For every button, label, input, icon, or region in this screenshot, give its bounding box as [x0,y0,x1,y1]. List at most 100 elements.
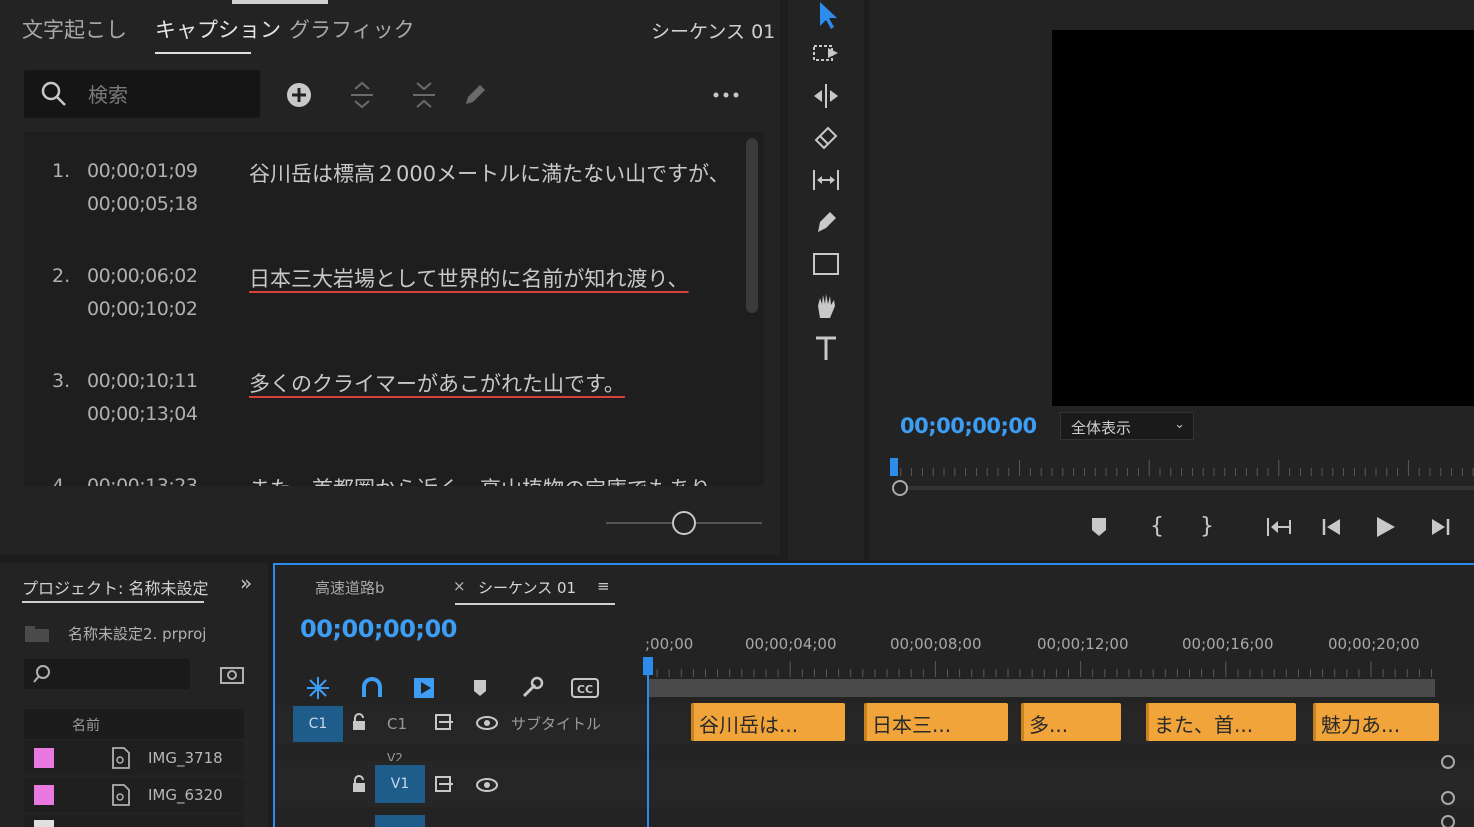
track-height-handle[interactable] [1441,755,1455,769]
track-height-handle[interactable] [1441,815,1455,827]
svg-text:CC: CC [577,683,593,696]
caption-clip[interactable]: 日本三... [864,703,1008,741]
caption-track-name: C1 [387,715,408,733]
tab-sequence-highway[interactable]: 高速道路b [315,577,385,598]
caption-clip[interactable]: また、首... [1146,703,1296,741]
caption-in-point[interactable]: 00;00;01;09 [87,160,198,182]
caption-row[interactable]: 1. 00;00;01;09 00;00;05;18 谷川岳は標高２000メート… [24,140,744,240]
closed-captions-icon[interactable]: CC [571,675,599,701]
hamburger-menu-icon[interactable]: ≡ [597,577,610,595]
find-bin-icon[interactable] [220,663,244,689]
add-caption-icon[interactable] [284,80,314,110]
lock-icon[interactable] [351,713,367,735]
close-tab-icon[interactable]: × [453,577,466,595]
caption-text[interactable]: また、首都圏から近く、高山植物の宝庫でもあり、 [249,473,731,486]
track-height-handle[interactable] [1441,791,1455,805]
rectangle-tool-icon[interactable] [810,248,842,280]
ruler-label: ;00;00 [645,635,694,653]
caption-out-point[interactable]: 00;00;10;02 [87,298,198,320]
step-forward-icon[interactable] [1426,512,1456,542]
nest-sequence-icon[interactable] [305,675,331,701]
project-item[interactable]: IMG_6320 [24,778,244,812]
active-tab-underline [455,603,615,605]
caption-zoom-knob[interactable] [672,511,696,535]
caption-number: 4. [52,475,71,486]
project-item[interactable]: IMG_3718 [24,741,244,775]
more-options-icon[interactable] [711,80,741,110]
split-caption-icon[interactable] [347,80,377,110]
tab-captions[interactable]: キャプション [155,14,281,44]
step-back-icon[interactable] [1316,512,1346,542]
captions-panel: 文字起こし キャプション グラフィック シーケンス 01 検索 1. 00;00… [0,0,780,555]
ripple-edit-tool-icon[interactable] [810,80,842,112]
caption-text[interactable]: 日本三大岩場として世界的に名前が知れ渡り、 [249,263,689,293]
subtitle-track-label: サブタイトル [511,715,602,733]
project-item[interactable] [24,815,244,827]
timeline-ruler[interactable] [645,659,1435,679]
v1-track-target[interactable]: V1 [375,765,425,803]
pen-tool-icon[interactable] [810,206,842,238]
monitor-zoom-bar[interactable] [894,486,1474,490]
play-icon[interactable] [1370,512,1400,542]
sync-lock-icon[interactable] [435,775,457,797]
linked-selection-icon[interactable] [411,675,437,701]
mark-in-icon[interactable]: { [1142,512,1172,542]
caption-clip[interactable]: 谷川岳は... [691,703,845,741]
caption-out-point[interactable]: 00;00;13;04 [87,403,198,425]
caption-search-input[interactable]: 検索 [24,70,260,118]
panel-overflow-icon[interactable]: » [240,571,252,595]
caption-out-point[interactable]: 00;00;05;18 [87,193,198,215]
caption-in-point[interactable]: 00;00;06;02 [87,265,198,287]
slip-tool-icon[interactable] [810,164,842,196]
caption-clip[interactable]: 多... [1021,703,1121,741]
caption-text[interactable]: 谷川岳は標高２000メートルに満たない山ですが、 [249,158,730,188]
monitor-playhead[interactable] [890,458,898,476]
ruler-label: 00;00;16;00 [1182,635,1274,653]
caption-in-point[interactable]: 00;00;10;11 [87,370,198,392]
caption-list-scrollbar[interactable] [746,138,758,313]
caption-clip[interactable]: 魅力あ... [1313,703,1439,741]
search-placeholder: 検索 [88,83,128,107]
next-track-target[interactable] [375,815,425,827]
hand-tool-icon[interactable] [810,290,842,322]
timeline-timecode[interactable]: 00;00;00;00 [300,615,457,643]
selection-tool-icon[interactable] [810,0,842,32]
add-marker-icon[interactable] [1084,512,1114,542]
caption-row[interactable]: 3. 00;00;10;11 00;00;13;04 多くのクライマーがあこがれ… [24,350,744,450]
snap-magnet-icon[interactable] [359,675,385,701]
type-tool-icon[interactable] [810,332,842,364]
video-preview[interactable] [1052,30,1474,406]
sync-lock-icon[interactable] [435,713,457,735]
caption-list: 1. 00;00;01;09 00;00;05;18 谷川岳は標高２000メート… [24,132,764,486]
caption-row[interactable]: 2. 00;00;06;02 00;00;10;02 日本三大岩場として世界的に… [24,245,744,345]
add-marker-icon[interactable] [467,675,493,701]
tab-transcript[interactable]: 文字起こし [22,14,127,44]
caption-row[interactable]: 4. 00;00;13;23 また、首都圏から近く、高山植物の宝庫でもあり、 [24,455,744,486]
ruler-label: 00;00;08;00 [890,635,982,653]
tab-graphics[interactable]: グラフィック [289,14,415,44]
lock-icon[interactable] [351,775,367,797]
merge-caption-icon[interactable] [409,80,439,110]
go-to-in-icon[interactable] [1263,512,1293,542]
eye-icon[interactable] [475,715,499,735]
project-search-input[interactable] [24,659,190,689]
razor-tool-icon[interactable] [810,122,842,154]
track-select-tool-icon[interactable] [810,38,842,70]
eye-icon[interactable] [475,777,499,797]
work-area-bar[interactable] [647,679,1435,697]
monitor-time-ruler[interactable] [890,458,1474,478]
tab-sequence-01[interactable]: シーケンス 01 [478,577,576,598]
project-panel: プロジェクト: 名称未設定 » 名称未設定2. prproj 名前 IMG_37… [0,563,268,827]
project-tab[interactable]: プロジェクト: 名称未設定 [22,575,208,599]
monitor-zoom-knob[interactable] [892,480,908,496]
caption-track-target[interactable]: C1 [293,706,343,742]
mark-out-icon[interactable]: } [1192,512,1222,542]
project-name-column-header[interactable]: 名前 [24,709,244,739]
edit-pencil-icon[interactable] [460,80,490,110]
label-color-swatch [34,785,54,805]
wrench-settings-icon[interactable] [519,675,545,701]
fit-zoom-select[interactable]: 全体表示 ⌄ [1060,412,1194,440]
caption-text[interactable]: 多くのクライマーがあこがれた山です。 [249,368,625,398]
monitor-timecode[interactable]: 00;00;00;00 [900,414,1037,438]
caption-in-point[interactable]: 00;00;13;23 [87,475,198,486]
